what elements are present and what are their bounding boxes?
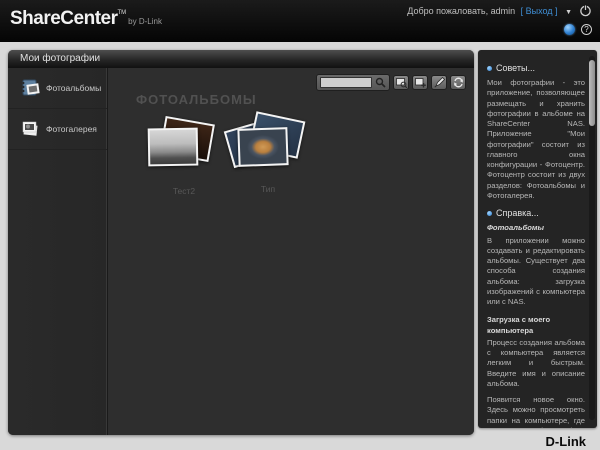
welcome-row: Добро пожаловать, admin [ Выход ] ▼ bbox=[407, 6, 572, 16]
content-heading: ФОТОАЛЬБОМЫ bbox=[136, 92, 257, 107]
bullet-icon bbox=[487, 210, 492, 216]
help-panel: Советы... Мои фотографии - это приложени… bbox=[478, 50, 597, 428]
photo-add-icon bbox=[414, 78, 426, 88]
preview-album-button[interactable] bbox=[393, 75, 409, 90]
help-section-body: В приложении можно создавать и редактиро… bbox=[487, 235, 585, 307]
help-section-body: Процесс создания альбома с компьютера яв… bbox=[487, 337, 585, 388]
photo-albums-icon bbox=[22, 79, 40, 96]
sharecenter-logo: ShareCenterTMby D-Link bbox=[10, 8, 162, 30]
help-icon[interactable]: ? bbox=[581, 24, 592, 35]
bullet-icon bbox=[487, 65, 492, 71]
welcome-text: Добро пожаловать, admin bbox=[407, 6, 516, 16]
album-cover-photo bbox=[147, 127, 199, 167]
add-album-button[interactable] bbox=[412, 75, 428, 90]
edit-album-button[interactable] bbox=[431, 75, 447, 90]
help-section-body: Появится новое окно. Здесь можно просмот… bbox=[487, 395, 585, 428]
my-photos-window: Мои фотографии Фотоальбомы Фотогалерея Ф… bbox=[8, 50, 474, 435]
sidebar-item-photoalbums[interactable]: Фотоальбомы bbox=[8, 68, 107, 109]
language-globe-icon[interactable] bbox=[564, 24, 575, 35]
top-header: ShareCenterTMby D-Link Добро пожаловать,… bbox=[0, 0, 600, 42]
photo-preview-icon bbox=[395, 78, 407, 88]
album-item[interactable]: Тест2 bbox=[142, 115, 226, 196]
pencil-icon bbox=[433, 77, 445, 88]
tab-my-photos[interactable]: Мои фотографии bbox=[8, 50, 474, 68]
sidebar-item-label: Фотоальбомы bbox=[46, 83, 102, 93]
refresh-icon bbox=[453, 77, 463, 88]
help-title-row: Справка... bbox=[487, 207, 585, 219]
album-name: Тип bbox=[260, 184, 276, 194]
logo-text: ShareCenter bbox=[10, 8, 118, 29]
search-box bbox=[316, 74, 390, 91]
magnifier-icon[interactable] bbox=[375, 77, 386, 88]
sidebar-item-label: Фотогалерея bbox=[46, 124, 97, 134]
album-item[interactable]: Тип bbox=[223, 111, 310, 194]
album-name: Тест2 bbox=[172, 186, 196, 196]
help-section-heading: Фотоальбомы bbox=[487, 223, 544, 233]
logo-tm: TM bbox=[117, 10, 127, 16]
power-icon[interactable] bbox=[579, 4, 592, 17]
tips-title-row: Советы... bbox=[487, 62, 585, 74]
window-body: Фотоальбомы Фотогалерея ФОТОАЛЬБОМЫ Тест… bbox=[8, 68, 474, 435]
toolbar bbox=[316, 74, 466, 91]
album-cover-photo bbox=[237, 127, 289, 167]
tips-title: Советы... bbox=[496, 63, 535, 73]
header-icon-group: ? bbox=[564, 24, 592, 35]
search-input[interactable] bbox=[320, 77, 372, 88]
photo-gallery-icon bbox=[22, 121, 38, 136]
tips-body: Мои фотографии - это приложение, позволя… bbox=[487, 78, 585, 200]
sidebar: Фотоальбомы Фотогалерея bbox=[8, 68, 108, 435]
sidebar-item-photogallery[interactable]: Фотогалерея bbox=[8, 109, 107, 150]
albums-content: ФОТОАЛЬБОМЫ Тест2 Тип bbox=[108, 68, 474, 435]
chevron-down-icon[interactable]: ▼ bbox=[565, 9, 572, 16]
help-section-heading: Загрузка с моего компьютера bbox=[487, 315, 551, 335]
dlink-logo: D-Link bbox=[545, 434, 586, 449]
logo-byline: by D-Link bbox=[128, 17, 162, 26]
help-title: Справка... bbox=[496, 208, 539, 219]
refresh-button[interactable] bbox=[450, 75, 466, 90]
logout-link[interactable]: [ Выход ] bbox=[521, 6, 558, 16]
help-scrollbar[interactable] bbox=[589, 56, 595, 420]
help-scrollbar-thumb[interactable] bbox=[589, 60, 595, 126]
